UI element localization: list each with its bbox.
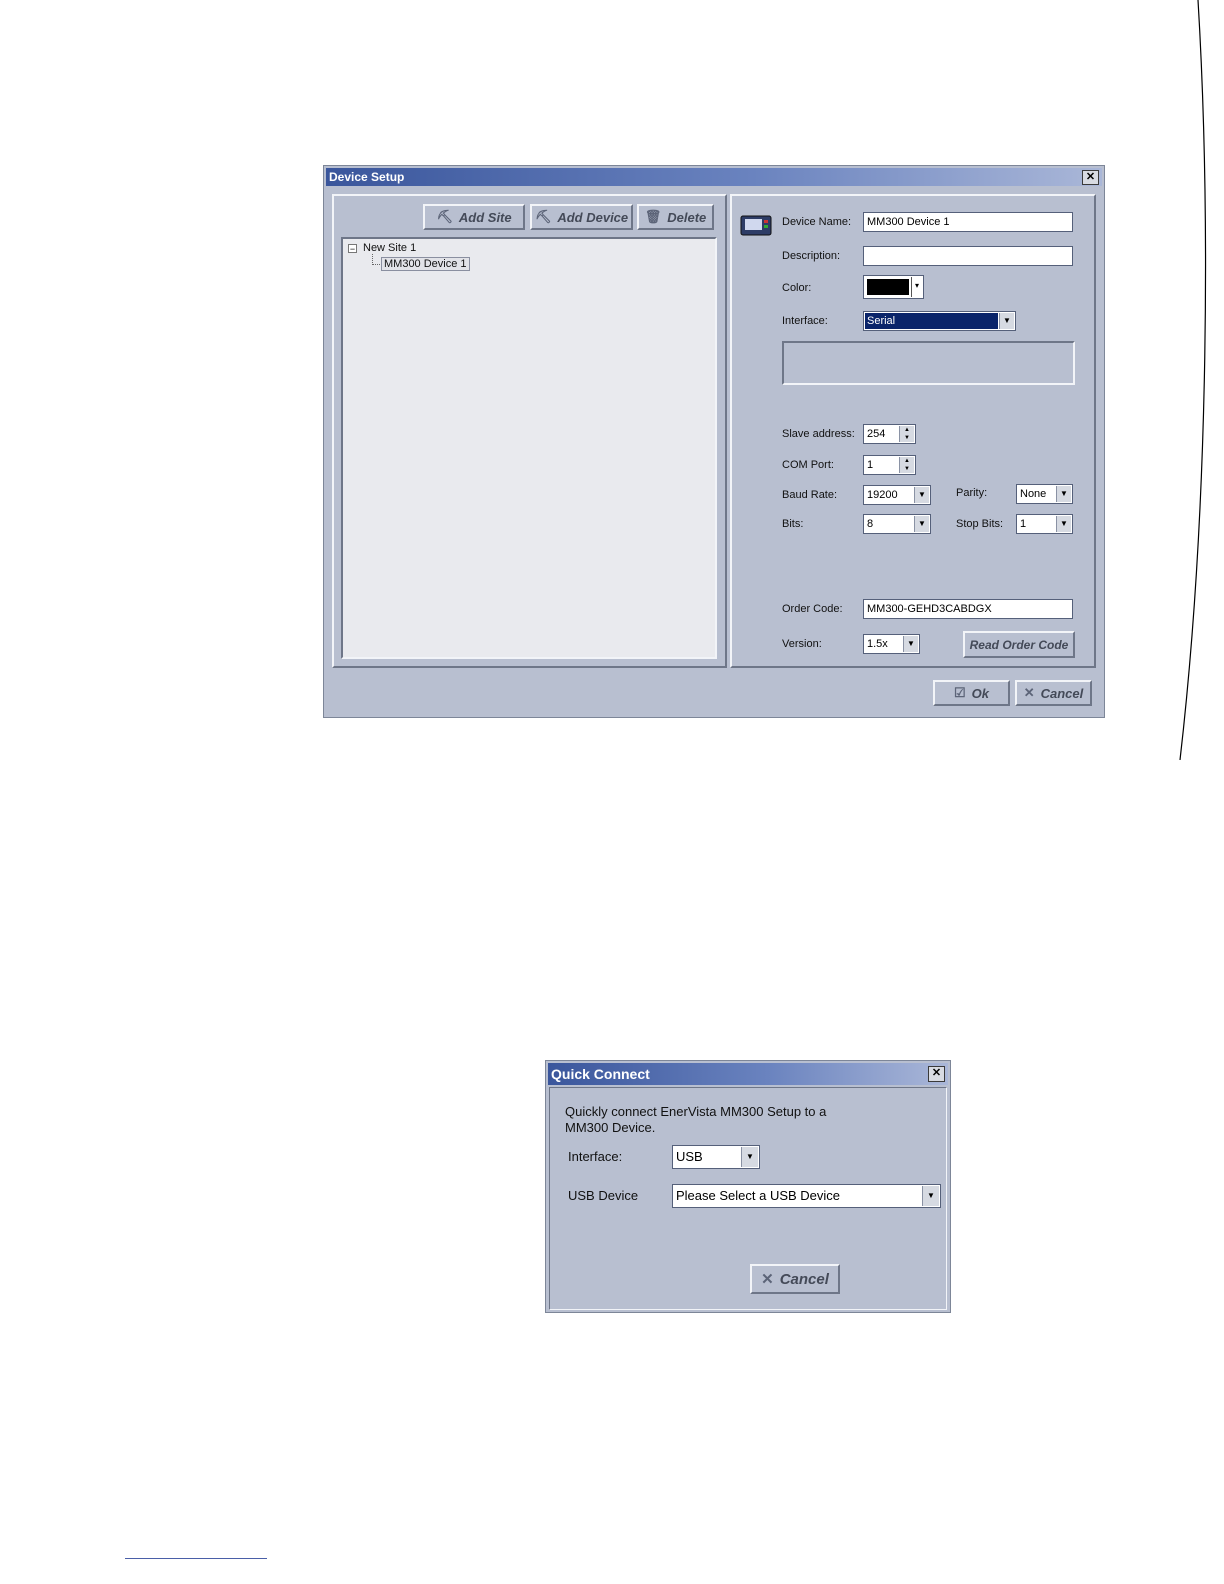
order-code-field[interactable]: MM300-GEHD3CABDGX <box>863 599 1073 619</box>
chevron-down-icon[interactable]: ▼ <box>903 636 918 652</box>
bits-label: Bits: <box>782 518 804 530</box>
device-setup-window: Device Setup ✕ ⛏ Add Site ⛏ Add Device 🗑… <box>323 165 1105 718</box>
baud-rate-label: Baud Rate: <box>782 489 838 501</box>
device-setup-titlebar: Device Setup ✕ <box>326 168 1102 186</box>
com-port-label: COM Port: <box>782 459 834 471</box>
close-icon: ✕ <box>761 1271 774 1288</box>
collapse-icon[interactable]: − <box>348 244 357 254</box>
spinner-arrows-icon[interactable]: ▲ ▼ <box>899 457 914 473</box>
trash-icon: 🗑 <box>644 209 662 224</box>
quick-connect-window: Quick Connect ✕ Quickly connect EnerVist… <box>545 1060 951 1313</box>
chevron-down-icon[interactable]: ▼ <box>922 1186 939 1206</box>
device-properties-panel: Device Name: MM300 Device 1 Description:… <box>730 194 1096 668</box>
color-picker[interactable]: ▾ <box>863 275 924 299</box>
window-title: Device Setup <box>329 170 405 184</box>
close-button[interactable]: ✕ <box>928 1066 945 1082</box>
chevron-down-icon[interactable]: ▼ <box>914 516 929 532</box>
intro-line-1: Quickly connect EnerVista MM300 Setup to… <box>565 1104 827 1119</box>
usb-device-select[interactable]: Please Select a USB Device ▼ <box>672 1184 941 1208</box>
slave-address-label: Slave address: <box>782 428 855 440</box>
chevron-down-icon[interactable]: ▼ <box>1056 486 1071 502</box>
window-title: Quick Connect <box>551 1066 650 1082</box>
chevron-down-icon[interactable]: ▼ <box>1056 516 1071 532</box>
parity-label: Parity: <box>956 487 988 499</box>
page-edge-curve <box>1179 0 1207 760</box>
chevron-down-icon[interactable]: ▼ <box>914 487 929 503</box>
ok-button[interactable]: ☑ Ok <box>933 680 1010 706</box>
site-tree[interactable]: − New Site 1 MM300 Device 1 <box>341 237 717 659</box>
interface-value: Serial <box>867 315 896 327</box>
site-tree-panel: ⛏ Add Site ⛏ Add Device 🗑 Delete − New S… <box>332 194 727 668</box>
interface-label: Interface: <box>568 1149 623 1164</box>
cancel-button[interactable]: ✕ Cancel <box>750 1264 840 1294</box>
add-site-button[interactable]: ⛏ Add Site <box>423 204 525 230</box>
delete-button[interactable]: 🗑 Delete <box>637 204 714 230</box>
usb-device-label: USB Device <box>568 1188 639 1203</box>
order-code-label: Order Code: <box>782 603 843 615</box>
add-site-icon: ⛏ <box>436 209 453 224</box>
stop-bits-label: Stop Bits: <box>956 518 1004 530</box>
slave-address-spinner[interactable]: 254 ▲ ▼ <box>863 424 916 444</box>
com-port-spinner[interactable]: 1 ▲ ▼ <box>863 455 916 475</box>
description-label: Description: <box>782 250 841 262</box>
chevron-down-icon[interactable]: ▼ <box>999 313 1014 329</box>
interface-select[interactable]: Serial ▼ <box>863 311 1016 331</box>
color-swatch <box>867 279 909 295</box>
chevron-down-icon[interactable]: ▼ <box>741 1147 758 1167</box>
interface-settings-box <box>782 341 1075 385</box>
cancel-button[interactable]: ✕ Cancel <box>1015 680 1092 706</box>
device-name-label: Device Name: <box>782 216 852 228</box>
spinner-arrows-icon[interactable]: ▲ ▼ <box>899 426 914 442</box>
device-name-field[interactable]: MM300 Device 1 <box>863 212 1073 232</box>
close-button[interactable]: ✕ <box>1082 170 1099 185</box>
tree-item-site[interactable]: New Site 1 <box>363 242 416 254</box>
interface-label: Interface: <box>782 315 828 327</box>
color-dropdown-arrow[interactable]: ▾ <box>911 277 922 297</box>
close-icon: ✕ <box>1023 685 1035 700</box>
description-field[interactable] <box>863 246 1073 266</box>
intro-line-2: MM300 Device. <box>565 1120 656 1135</box>
footer-line <box>125 1558 267 1559</box>
parity-select[interactable]: None ▼ <box>1016 484 1073 504</box>
version-label: Version: <box>782 638 822 650</box>
stop-bits-select[interactable]: 1 ▼ <box>1016 514 1073 534</box>
quick-connect-titlebar: Quick Connect ✕ <box>548 1063 948 1085</box>
baud-rate-select[interactable]: 19200 ▼ <box>863 485 931 505</box>
read-order-code-button[interactable]: Read Order Code <box>963 631 1075 658</box>
interface-select[interactable]: USB ▼ <box>672 1145 760 1169</box>
add-device-icon: ⛏ <box>534 209 552 224</box>
checkmark-icon: ☑ <box>954 685 966 700</box>
tree-item-device[interactable]: MM300 Device 1 <box>381 257 470 271</box>
add-device-button[interactable]: ⛏ Add Device <box>530 204 633 230</box>
bits-select[interactable]: 8 ▼ <box>863 514 931 534</box>
device-icon <box>740 215 772 236</box>
version-select[interactable]: 1.5x ▼ <box>863 634 920 654</box>
color-label: Color: <box>782 282 812 294</box>
